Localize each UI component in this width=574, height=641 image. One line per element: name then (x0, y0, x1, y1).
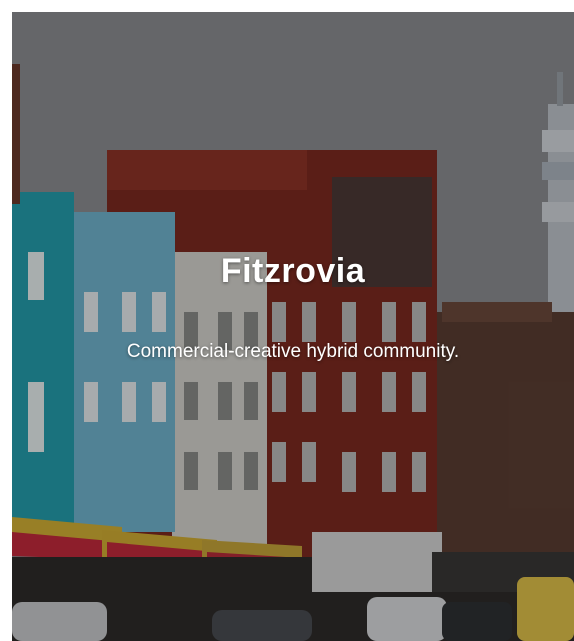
card-subtitle: Commercial-creative hybrid community. (126, 341, 460, 362)
card-title: Fitzrovia (220, 252, 366, 290)
neighborhood-card[interactable]: Fitzrovia Commercial-creative hybrid com… (12, 12, 574, 641)
image-dim-overlay (12, 12, 574, 641)
